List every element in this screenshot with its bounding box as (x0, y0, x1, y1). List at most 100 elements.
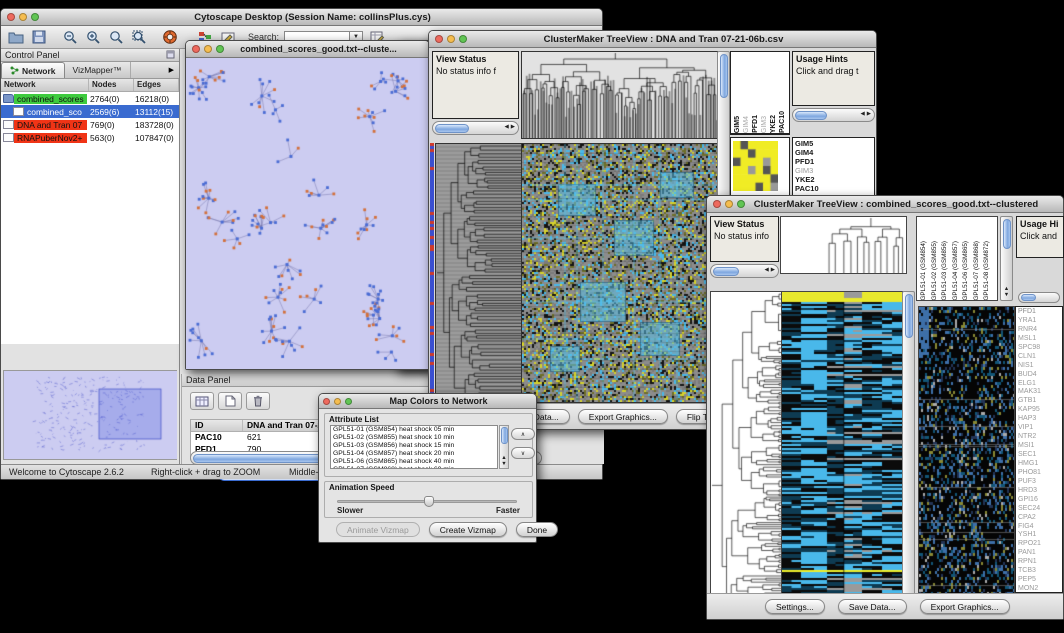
scroll-thumb[interactable] (435, 124, 469, 133)
minimize-button[interactable] (334, 398, 341, 405)
treeview-action-button[interactable]: Settings... (765, 599, 825, 614)
tab-overflow-arrow[interactable]: ▶ (164, 62, 179, 78)
treeview-action-button[interactable]: Export Graphics... (920, 599, 1010, 614)
treeview-action-button[interactable]: Save Data... (838, 599, 907, 614)
column-label[interactable]: GIM3 (760, 116, 769, 133)
zoom-button[interactable] (459, 35, 467, 43)
col-network[interactable]: Network (1, 79, 89, 91)
column-label[interactable]: GPL51-07 (GSM868) (972, 241, 983, 301)
gene-label[interactable]: GIM4 (795, 148, 874, 157)
minimize-button[interactable] (204, 45, 212, 53)
gene-label[interactable]: GTB1 (1018, 397, 1062, 406)
gene-label[interactable]: RPO21 (1018, 540, 1062, 549)
gene-label[interactable]: GIM5 (795, 139, 874, 148)
network-canvas-clusters[interactable] (186, 58, 429, 369)
tab-network[interactable]: Network (1, 62, 65, 78)
speed-slider-track[interactable] (337, 500, 517, 503)
gene-label[interactable]: HMG1 (1018, 460, 1062, 469)
attribute-item[interactable]: GPL51-01 (GSM854) heat shock 05 min (331, 426, 497, 434)
close-button[interactable] (192, 45, 200, 53)
gene-label[interactable]: PHO81 (1018, 469, 1062, 478)
tv1-column-dendrogram[interactable] (521, 51, 718, 139)
tab-vizmapper[interactable]: VizMapper™ (65, 62, 131, 78)
gene-label[interactable]: SEC24 (1018, 505, 1062, 514)
column-label[interactable]: GPL51-06 (GSM865) (961, 241, 972, 301)
zoom-out-icon[interactable] (61, 29, 79, 45)
column-label[interactable]: GPL51-03 (GSM856) (940, 241, 951, 301)
move-up-button[interactable]: ∧ (511, 428, 535, 440)
close-button[interactable] (435, 35, 443, 43)
gene-label[interactable]: GPI16 (1018, 496, 1062, 505)
gene-label[interactable]: NTR2 (1018, 433, 1062, 442)
tv2-column-dendrogram[interactable] (780, 216, 907, 274)
column-label[interactable]: PFD1 (751, 115, 760, 133)
done-button[interactable]: Done (516, 522, 558, 537)
gene-label[interactable]: MON2 (1018, 585, 1062, 593)
gene-label[interactable]: PAN1 (1018, 549, 1062, 558)
scroll-right-arrow[interactable]: ▶ (866, 112, 872, 118)
gene-label[interactable]: PFD1 (795, 157, 874, 166)
gene-label[interactable]: CLN1 (1018, 353, 1062, 362)
scroll-thumb[interactable] (1021, 294, 1036, 301)
attribute-select-icon[interactable] (190, 392, 214, 410)
gene-label[interactable]: KAP95 (1018, 406, 1062, 415)
tv2-zoom-hscrollbar[interactable]: ◀▶ (710, 264, 779, 278)
column-label[interactable]: GPL51-01 (GSM854) (919, 241, 930, 301)
attribute-item[interactable]: GPL51-03 (GSM856) heat shock 15 min (331, 442, 497, 450)
column-label[interactable]: GIM5 (733, 116, 742, 133)
attribute-item[interactable]: GPL51-07 (GSM868) heat shock 60 min (331, 466, 497, 469)
close-button[interactable] (713, 200, 721, 208)
gene-label[interactable]: FIG4 (1018, 523, 1062, 532)
tv1-zoom-hscrollbar[interactable]: ◀▶ (432, 121, 519, 135)
scroll-down-arrow[interactable]: ▼ (500, 462, 507, 468)
zoom-button[interactable] (216, 45, 224, 53)
attribute-list-scrollbar[interactable]: ▲▼ (499, 425, 509, 469)
column-label[interactable]: GPL51-02 (GSM855) (930, 241, 941, 301)
save-icon[interactable] (30, 29, 48, 45)
network-table-row[interactable]: RNAPuberNov2+ 563(0) 107847(0) (1, 131, 179, 144)
main-titlebar[interactable]: Cytoscape Desktop (Session Name: collins… (1, 9, 602, 26)
network-table-row[interactable]: DNA and Tran 07 769(0) 183728(0) (1, 118, 179, 131)
col-id[interactable]: ID (191, 420, 243, 431)
gene-label[interactable]: YKE2 (795, 175, 874, 184)
attribute-item[interactable]: GPL51-04 (GSM857) heat shock 20 min (331, 450, 497, 458)
gene-label[interactable]: RNR4 (1018, 326, 1062, 335)
gene-label[interactable]: PAC10 (795, 184, 874, 193)
column-label[interactable]: GPL51-08 (GSM872) (982, 241, 993, 301)
column-label[interactable]: YKE2 (769, 115, 778, 133)
close-button[interactable] (323, 398, 330, 405)
tv2-labels-vscrollbar[interactable]: ▲▼ (1000, 216, 1013, 301)
open-folder-icon[interactable] (7, 29, 25, 45)
gene-label[interactable]: RPN1 (1018, 558, 1062, 567)
minimize-button[interactable] (725, 200, 733, 208)
tv2-gene-dendrogram[interactable] (710, 291, 782, 612)
gene-label[interactable]: MSI1 (1018, 442, 1062, 451)
dialog-titlebar[interactable]: Map Colors to Network (319, 394, 536, 409)
overview-canvas[interactable] (4, 371, 177, 459)
scroll-thumb[interactable] (905, 294, 913, 338)
gene-label[interactable]: SEC1 (1018, 451, 1062, 460)
scroll-right-arrow[interactable]: ▶ (510, 125, 516, 131)
gene-label[interactable]: GIM3 (795, 166, 874, 175)
tv1-right-hscrollbar[interactable]: ◀▶ (792, 108, 875, 122)
attribute-item[interactable]: GPL51-06 (GSM865) heat shock 40 min (331, 458, 497, 466)
gene-label[interactable]: YSH1 (1018, 531, 1062, 540)
gene-label[interactable]: NIS1 (1018, 362, 1062, 371)
treeview1-titlebar[interactable]: ClusterMaker TreeView : DNA and Tran 07-… (429, 31, 876, 48)
gene-label[interactable]: PFD1 (1018, 308, 1062, 317)
tv2-subcluster-heatmap[interactable] (918, 306, 1015, 595)
gene-label[interactable]: MSL1 (1018, 335, 1062, 344)
col-edges[interactable]: Edges (134, 79, 179, 91)
treeview-action-button[interactable]: Export Graphics... (578, 409, 668, 424)
netwin1-titlebar[interactable]: combined_scores_good.txt--cluste... (186, 41, 429, 58)
scroll-thumb[interactable] (720, 54, 728, 98)
column-label[interactable]: GPL51-04 (GSM857) (951, 241, 962, 301)
help-lifering-icon[interactable] (161, 29, 179, 45)
tv1-gene-dendrogram[interactable] (435, 143, 522, 403)
tv2-gene-hscrollbar[interactable] (1018, 292, 1060, 303)
attribute-item[interactable]: GPL51-02 (GSM855) heat shock 10 min (331, 434, 497, 442)
gene-label[interactable]: HAP3 (1018, 415, 1062, 424)
tv1-heatmap[interactable] (521, 143, 718, 403)
scroll-thumb[interactable] (1003, 219, 1011, 249)
gene-label[interactable]: YRA1 (1018, 317, 1062, 326)
